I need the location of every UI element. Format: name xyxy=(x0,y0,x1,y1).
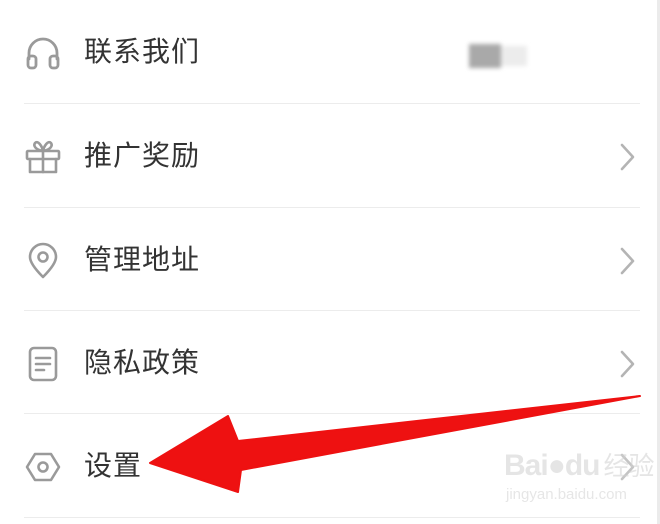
menu-item-label: 隐私政策 xyxy=(84,346,201,379)
headset-icon xyxy=(24,34,62,72)
hexagon-settings-icon xyxy=(24,448,62,486)
menu-item-label: 管理地址 xyxy=(84,243,201,276)
menu-item-label: 推广奖励 xyxy=(84,139,201,172)
watermark-url: jingyan.baidu.com xyxy=(506,486,627,503)
watermark-brand: Bai●du 经验 xyxy=(504,449,654,482)
chevron-right-icon xyxy=(616,246,638,276)
location-pin-icon xyxy=(24,242,62,280)
menu-item-privacy-policy[interactable]: 隐私政策 xyxy=(0,311,660,414)
paw-icon: ● xyxy=(547,449,566,482)
gift-icon xyxy=(24,138,62,176)
blurred-value xyxy=(467,42,533,70)
chevron-right-icon xyxy=(616,142,638,172)
menu-item-label: 设置 xyxy=(84,449,143,482)
menu-item-referral-rewards[interactable]: 推广奖励 xyxy=(0,104,660,207)
menu-item-manage-address[interactable]: 管理地址 xyxy=(0,208,660,311)
baidu-watermark: Bai●du 经验 jingyan.baidu.com xyxy=(500,446,654,518)
chevron-right-icon xyxy=(616,349,638,379)
document-icon xyxy=(24,345,62,383)
menu-item-label: 联系我们 xyxy=(84,35,201,68)
menu-item-contact-us[interactable]: 联系我们 xyxy=(0,0,660,103)
